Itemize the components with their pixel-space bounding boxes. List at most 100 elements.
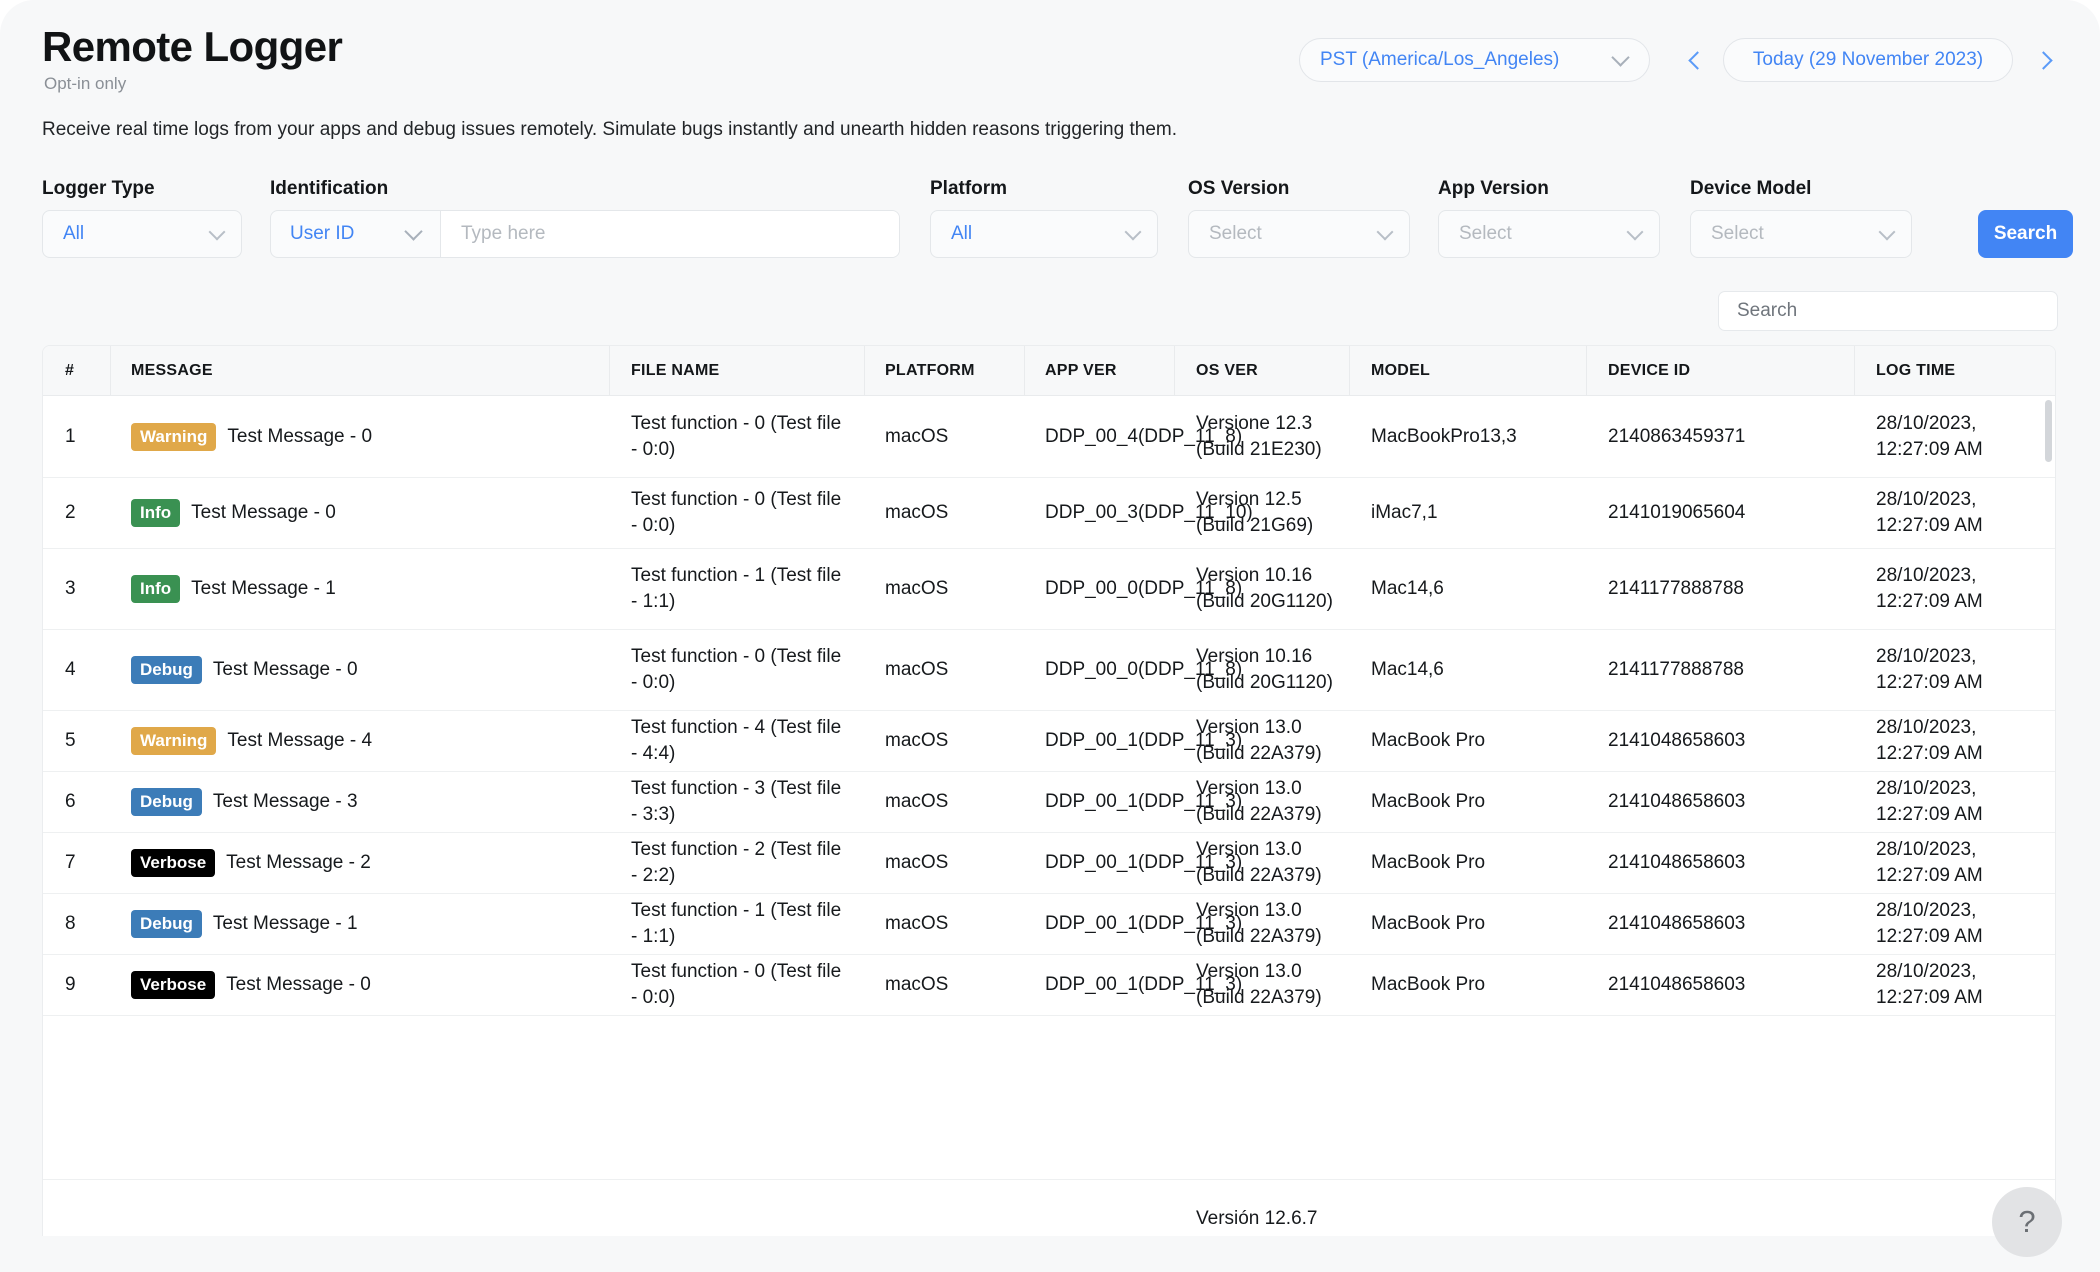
table-body: 1 Test function - 0 (Test file - 0:0) macO…	[43, 396, 2055, 1016]
cell-platform: macOS	[885, 791, 949, 812]
app-version-select[interactable]: Select	[1438, 210, 1660, 258]
date-range-label: Today (29 November 2023)	[1752, 49, 1984, 70]
table-row[interactable]: 9 Test function - 0 (Test file - 0:0) macO…	[43, 955, 2055, 1016]
cell-os-ver: Version 13.0 (Build 22A379)	[1196, 778, 1322, 825]
cell-file-name: Test function - 3 (Test file - 3:3)	[631, 778, 842, 825]
cell-app-ver: DDP_00_1(DDP_11_3)	[1045, 913, 1243, 934]
page-header: Remote Logger Opt-in only PST (America/L…	[0, 0, 2100, 120]
search-button[interactable]: Search	[1978, 210, 2073, 258]
chevron-down-icon	[1124, 211, 1142, 257]
cell-device-id: 2141048658603	[1608, 852, 1746, 873]
cell-device-id: 2140863459371	[1608, 425, 1746, 447]
identification-type-select[interactable]: User ID	[271, 211, 441, 257]
cell-model: Mac14,6	[1371, 578, 1444, 599]
cell-message: Debug Test Message - 3	[131, 788, 591, 816]
log-level-badge: Warning	[131, 727, 217, 755]
cell-index: 3	[65, 578, 76, 599]
cell-device-id: 2141048658603	[1608, 791, 1746, 812]
cell-index: 4	[65, 659, 76, 680]
cell-log-time: 28/10/2023, 12:27:09 AM	[1876, 839, 1983, 886]
cell-platform: macOS	[885, 659, 949, 680]
cell-index: 7	[65, 852, 76, 873]
table-row[interactable]: 4 Test function - 0 (Test file - 0:0) macO…	[43, 630, 2055, 711]
cell-platform: macOS	[885, 852, 949, 873]
cell-app-ver: DDP_00_1(DDP_11_3)	[1045, 730, 1243, 751]
device-model-value: Select	[1711, 223, 1764, 244]
cell-file-name: Test function - 0 (Test file - 0:0)	[631, 961, 842, 1008]
identification-type-value: User ID	[290, 223, 355, 244]
column-header-device-id: DEVICE ID	[1608, 362, 1691, 379]
cell-platform: macOS	[885, 502, 949, 523]
cell-message: Warning Test Message - 0	[131, 422, 591, 451]
column-header-log-time: LOG TIME	[1876, 362, 1956, 379]
device-model-select[interactable]: Select	[1690, 210, 1912, 258]
table-search-input[interactable]	[1718, 291, 2058, 331]
chevron-down-icon	[1611, 39, 1630, 81]
cell-os-ver: Version 13.0 (Build 22A379)	[1196, 717, 1322, 764]
cell-file-name: Test function - 1 (Test file - 1:1)	[631, 565, 842, 612]
column-header-app-ver: APP VER	[1045, 362, 1117, 379]
cell-model: MacBookPro13,3	[1371, 425, 1517, 447]
cell-app-ver: DDP_00_3(DDP_11_10)	[1045, 502, 1253, 523]
date-range-button[interactable]: Today (29 November 2023)	[1723, 38, 2013, 82]
cell-device-id: 2141048658603	[1608, 974, 1746, 995]
cell-os-ver: Version 13.0 (Build 22A379)	[1196, 900, 1322, 947]
identification-input[interactable]	[441, 211, 899, 257]
cell-file-name: Test function - 0 (Test file - 0:0)	[631, 412, 842, 460]
chevron-down-icon	[404, 211, 423, 257]
cell-file-name: Test function - 4 (Test file - 4:4)	[631, 717, 842, 764]
platform-select[interactable]: All	[930, 210, 1158, 258]
cell-file-name: Test function - 1 (Test file - 1:1)	[631, 900, 842, 947]
previous-day-button[interactable]	[1684, 40, 1710, 80]
app-version-value: Select	[1459, 223, 1512, 244]
table-row[interactable]: 7 Test function - 2 (Test file - 2:2) macO…	[43, 833, 2055, 894]
cell-app-ver: DDP_00_0(DDP_11_8)	[1045, 659, 1243, 680]
cell-os-ver: Version 10.16 (Build 20G1120)	[1196, 565, 1333, 612]
page-description: Receive real time logs from your apps an…	[42, 119, 1177, 140]
table-header-row: # MESSAGE FILE NAME PLATFORM APP VER OS …	[43, 346, 2055, 396]
table-row[interactable]: 5 Test function - 4 (Test file - 4:4) macO…	[43, 711, 2055, 772]
message-text: Test Message - 0	[227, 425, 373, 447]
column-divider	[1854, 346, 1855, 396]
chevron-down-icon	[1626, 211, 1644, 257]
cell-device-id: 2141177888788	[1608, 578, 1744, 599]
log-level-badge: Debug	[131, 910, 202, 938]
cell-model: MacBook Pro	[1371, 852, 1486, 873]
table-row[interactable]: 3 Test function - 1 (Test file - 1:1) macO…	[43, 549, 2055, 630]
help-button[interactable]: ?	[1992, 1187, 2062, 1257]
cell-file-name: Test function - 2 (Test file - 2:2)	[631, 839, 842, 886]
column-divider	[1349, 346, 1350, 396]
cell-platform: macOS	[885, 425, 949, 447]
log-level-badge: Info	[131, 499, 181, 527]
log-table: # MESSAGE FILE NAME PLATFORM APP VER OS …	[42, 345, 2056, 1272]
chevron-left-icon	[1687, 50, 1707, 70]
chevron-right-icon	[2033, 50, 2053, 70]
cell-os-ver: Version 12.5 (Build 21G69)	[1196, 489, 1314, 536]
cell-file-name: Test function - 0 (Test file - 0:0)	[631, 646, 842, 693]
cell-model: iMac7,1	[1371, 502, 1438, 523]
cell-os-ver: Versione 12.3 (Build 21E230)	[1196, 412, 1322, 460]
column-divider	[864, 346, 865, 396]
cell-message: Verbose Test Message - 0	[131, 971, 591, 999]
platform-label: Platform	[930, 178, 1008, 199]
timezone-label: PST (America/Los_Angeles)	[1320, 49, 1560, 70]
cell-file-name: Test function - 0 (Test file - 0:0)	[631, 489, 842, 536]
page-bottom-strip	[0, 1236, 2100, 1272]
cell-app-ver: DDP_00_4(DDP_11_8)	[1045, 425, 1243, 447]
table-row[interactable]: 8 Test function - 1 (Test file - 1:1) macO…	[43, 894, 2055, 955]
next-day-button[interactable]	[2030, 40, 2056, 80]
cell-device-id: 2141019065604	[1608, 502, 1746, 523]
os-version-select[interactable]: Select	[1188, 210, 1410, 258]
timezone-selector[interactable]: PST (America/Los_Angeles)	[1299, 38, 1650, 82]
cell-model: MacBook Pro	[1371, 730, 1486, 751]
table-vertical-scrollbar[interactable]	[2045, 400, 2052, 462]
cell-platform: macOS	[885, 730, 949, 751]
table-row[interactable]: 2 Test function - 0 (Test file - 0:0) macO…	[43, 478, 2055, 549]
logger-type-select[interactable]: All	[42, 210, 242, 258]
cell-app-ver: DDP_00_1(DDP_11_3)	[1045, 852, 1243, 873]
table-row[interactable]: 6 Test function - 3 (Test file - 3:3) macO…	[43, 772, 2055, 833]
table-row[interactable]: 1 Test function - 0 (Test file - 0:0) macO…	[43, 396, 2055, 478]
question-mark-icon: ?	[2018, 1204, 2036, 1239]
cell-index: 1	[65, 425, 76, 447]
chevron-down-icon	[1376, 211, 1394, 257]
